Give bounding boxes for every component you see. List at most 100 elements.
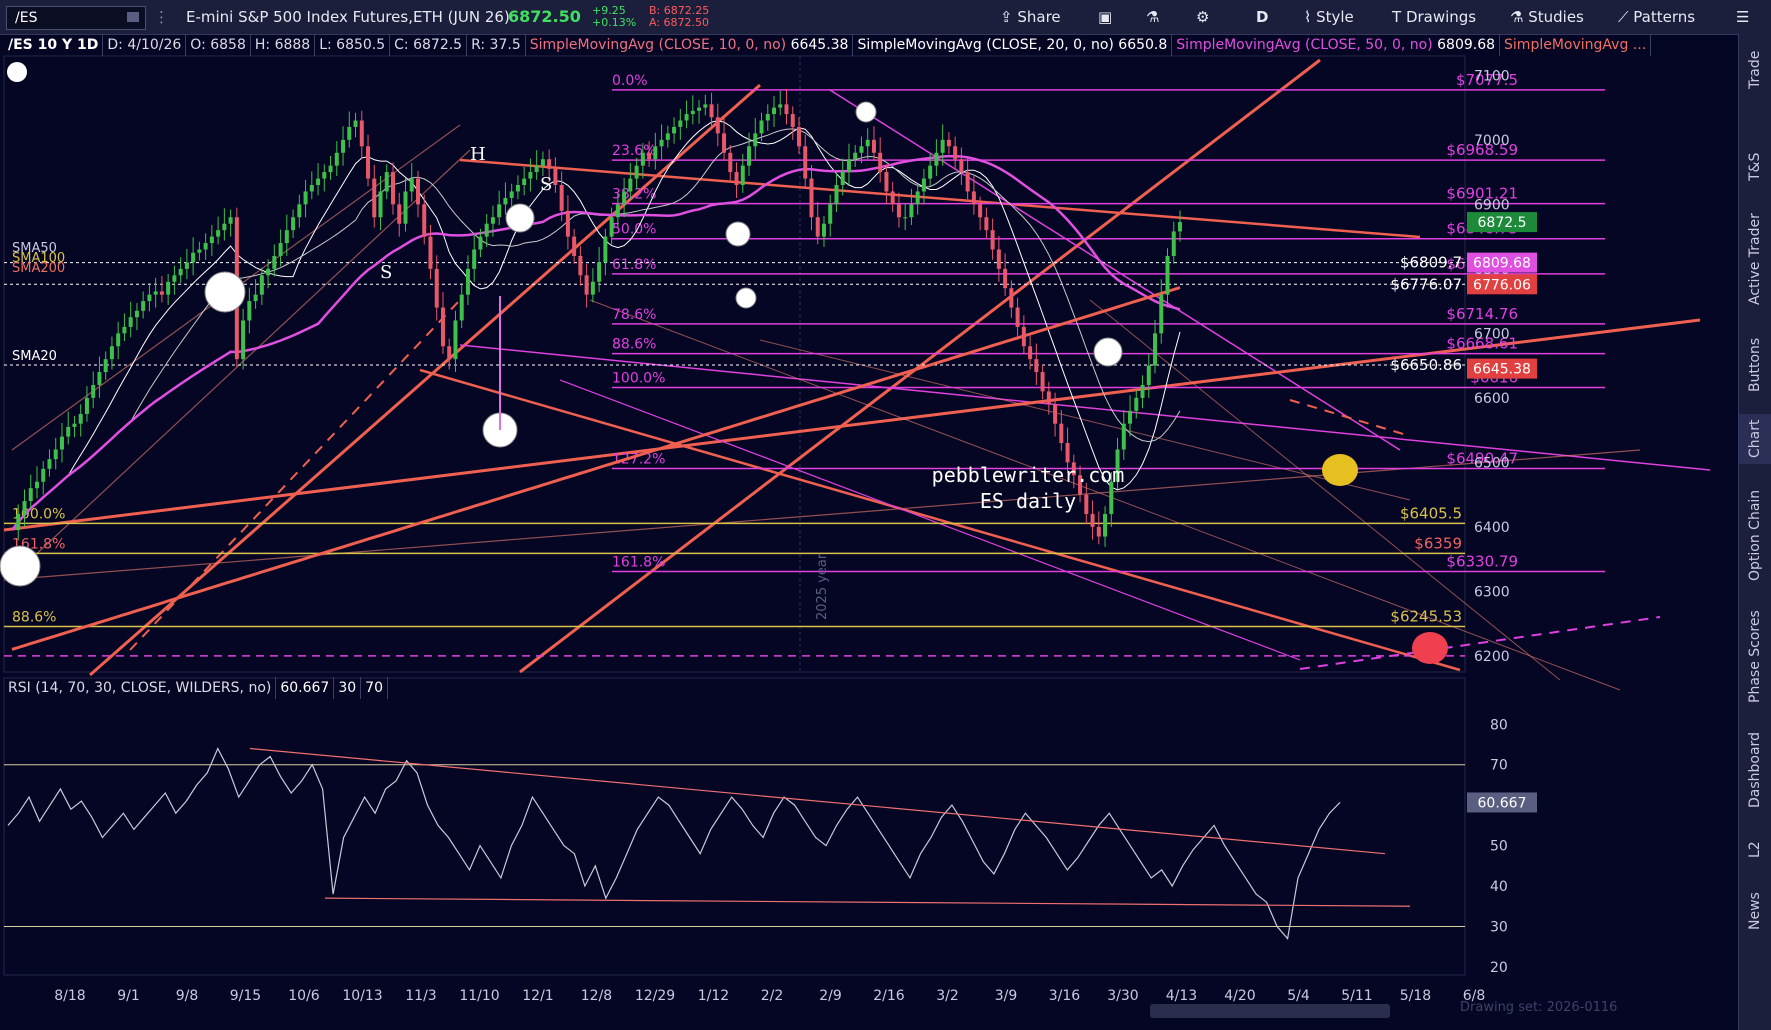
candle-body (1178, 222, 1182, 232)
symbol-selector[interactable]: /ES (6, 6, 146, 30)
candle-body (103, 359, 108, 373)
gear-icon[interactable]: ⚙ (1196, 0, 1209, 34)
candle-body (53, 449, 58, 460)
price-tag-label: 6645.38 (1473, 362, 1531, 378)
studies-button[interactable]: ⚗ Studies (1510, 0, 1584, 34)
chart-canvas[interactable]: 0.0% $7077.523.6% $6968.5938.2% $6901.2150.… (0, 0, 1771, 1030)
menu-icon[interactable]: ☰ (1736, 0, 1749, 34)
flask-icon[interactable]: ⚗ (1146, 0, 1159, 34)
candle-body (578, 255, 583, 276)
candle-body (628, 178, 633, 192)
candle-body (316, 178, 321, 186)
sidebar-tab-l2[interactable]: L2 (1739, 830, 1771, 870)
candle-body (172, 275, 177, 282)
sidebar-tab-phase-scores[interactable]: Phase Scores (1739, 602, 1771, 712)
drawing-set-label: Drawing set: 2026-0116 (1460, 1000, 1618, 1015)
candle-body (946, 139, 951, 147)
sidebar-tab-option-chain[interactable]: Option Chain (1739, 480, 1771, 590)
candle-body (815, 217, 820, 237)
trendline (829, 89, 1401, 451)
dotted-level-label: $6776.07 (1390, 275, 1462, 293)
candle-body (921, 178, 926, 192)
candle-body (928, 165, 933, 179)
patterns-icon: ⟋ (1618, 8, 1634, 26)
candle-body (865, 139, 870, 147)
rsi-tick-label: 50 (1490, 839, 1508, 855)
candle-body (197, 249, 202, 253)
symbol-text: /ES (15, 10, 38, 26)
pattern-marker-circle (505, 203, 535, 233)
candle-body (871, 139, 876, 153)
gold-price-label: $6405.5 (1400, 504, 1462, 522)
dotted-level-label: $6809.7 (1400, 254, 1462, 272)
pattern-marker-circle (855, 101, 877, 123)
candle-body (765, 114, 770, 121)
link-icon[interactable]: ⋮ (154, 0, 169, 34)
candle-body (297, 204, 302, 218)
share-button[interactable]: ⇪ Share (1000, 0, 1061, 34)
candle-body (634, 165, 639, 179)
watermark-text: pebblewriter.com (932, 463, 1125, 487)
candle-body (41, 468, 46, 482)
candle-body (141, 301, 146, 311)
candle-body (66, 426, 71, 437)
time-axis[interactable]: 8/18 9/1 9/8 9/15 10/6 10/13 11/3 11/10 12/1 12/8… (54, 988, 1485, 1004)
sidebar-tab-buttons[interactable]: Buttons (1739, 330, 1771, 400)
style-button[interactable]: ⌇ Style (1304, 0, 1354, 34)
time-tick-label: 5/11 (1341, 988, 1372, 1004)
candle-body (116, 333, 121, 347)
rsi-line (7, 747, 1411, 940)
candle-body (391, 172, 396, 205)
chart-title: /ES 10 Y 1D (4, 34, 104, 56)
candle-body (484, 223, 489, 237)
candle-body (965, 172, 970, 192)
bar-open: O: 6858 (186, 34, 251, 56)
candle-body (790, 114, 795, 127)
fib-pct-label: 161.8% (612, 555, 665, 571)
candle-body (384, 172, 389, 192)
candle-body (409, 178, 414, 192)
candle-body (896, 204, 901, 218)
sma10-label[interactable]: SimpleMovingAvg (CLOSE, 10, 0, no) 6645.… (526, 34, 854, 56)
patterns-button[interactable]: ⟋ Patterns (1618, 0, 1695, 34)
sidebar-tab-trade[interactable]: Trade (1739, 40, 1771, 100)
sidebar-tab-dashboard[interactable]: Dashboard (1739, 724, 1771, 816)
sma50-label[interactable]: SimpleMovingAvg (CLOSE, 50, 0, no) 6809.… (1172, 34, 1501, 56)
sma-tag-label: SMA20 (12, 349, 57, 364)
price-tick-label: 6600 (1474, 391, 1510, 407)
sma20-label[interactable]: SimpleMovingAvg (CLOSE, 20, 0, no) 6650.… (853, 34, 1173, 56)
candle-body (203, 243, 208, 250)
candle-body (796, 126, 801, 147)
candle-body (84, 397, 89, 414)
candle-body (397, 204, 402, 224)
candle-body (990, 230, 995, 250)
sidebar-tab-active-trader[interactable]: Active Trader (1739, 204, 1771, 314)
period-selector[interactable]: D (1256, 0, 1268, 34)
candle-body (778, 104, 783, 108)
price-axis[interactable]: 6200630064006500660067006800690070007100… (1467, 68, 1537, 976)
snapshot-icon[interactable]: ▣ (1098, 0, 1112, 34)
chevron-down-icon[interactable] (127, 12, 139, 22)
gold-pct-label: 88.6% (12, 610, 56, 626)
rsi-tick-label: 70 (1490, 758, 1508, 774)
candle-body (16, 513, 21, 531)
candle-body (291, 217, 296, 231)
rsi-study-name[interactable]: RSI (14, 70, 30, CLOSE, WILDERS, no) (4, 677, 277, 699)
candle-body (940, 139, 945, 153)
candle-body (672, 126, 677, 134)
sidebar-tab-news[interactable]: News (1739, 882, 1771, 940)
rsi-oversold-level: 30 (334, 677, 362, 699)
pattern-label: S (540, 174, 552, 195)
candle-body (522, 178, 527, 186)
candle-body (803, 146, 808, 179)
sidebar-tab-chart[interactable]: Chart (1739, 414, 1771, 464)
time-scrollbar[interactable] (1150, 1004, 1390, 1018)
candle-body (309, 185, 314, 192)
candle-body (453, 320, 458, 360)
candle-body (353, 120, 358, 127)
sidebar-tab-t-s[interactable]: T&S (1739, 134, 1771, 200)
candle-body (615, 204, 620, 218)
sma-more-label[interactable]: SimpleMovingAvg ... (1500, 34, 1652, 56)
drawings-button[interactable]: T Drawings (1392, 0, 1476, 34)
price-tick-label: 6500 (1474, 455, 1510, 471)
